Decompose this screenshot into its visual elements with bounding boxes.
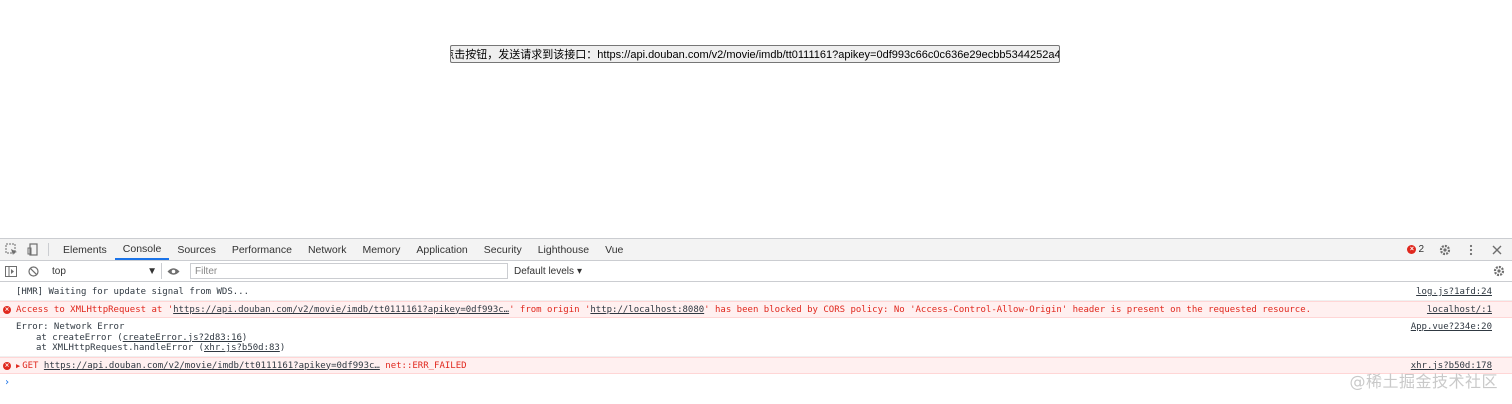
error-counter[interactable]: × 2: [1407, 244, 1424, 255]
stack-line: at createError (createError.js?2d83:16): [16, 333, 1512, 344]
filter-input[interactable]: [190, 263, 508, 279]
device-toolbar-icon[interactable]: [22, 239, 44, 260]
request-url-link[interactable]: https://api.douban.com/v2/movie/imdb/tt0…: [173, 305, 509, 315]
tab-vue[interactable]: Vue: [597, 239, 631, 260]
console-message-log: Error: Network Error at createError (cre…: [0, 318, 1512, 357]
live-expression-eye-icon[interactable]: [162, 267, 184, 276]
tab-application[interactable]: Application: [408, 239, 475, 260]
tab-security[interactable]: Security: [476, 239, 530, 260]
error-count: 2: [1418, 244, 1424, 255]
tab-console[interactable]: Console: [114, 239, 170, 260]
inspect-element-icon[interactable]: [0, 239, 22, 260]
request-status: net::ERR_FAILED: [385, 360, 467, 371]
tab-network[interactable]: Network: [300, 239, 355, 260]
console-prompt[interactable]: ›: [0, 374, 1512, 388]
error-icon: ×: [3, 361, 11, 370]
page-viewport: 点击按钮，发送请求到该接口：https://api.douban.com/v2/…: [0, 0, 1512, 238]
console-settings-gear-icon[interactable]: [1488, 265, 1510, 277]
console-message-log: [HMR] Waiting for update signal from WDS…: [0, 284, 1512, 301]
message-text: ' has been blocked by CORS policy: No 'A…: [704, 304, 1312, 315]
tab-performance[interactable]: Performance: [224, 239, 300, 260]
devtools-panel: Elements Console Sources Performance Net…: [0, 238, 1512, 404]
console-toolbar: top ▼ Default levels ▾: [0, 261, 1512, 282]
source-link[interactable]: localhost/:1: [1427, 305, 1492, 316]
console-messages: [HMR] Waiting for update signal from WDS…: [0, 284, 1512, 388]
message-text: Access to XMLHttpRequest at ': [16, 304, 174, 315]
stack-text: at XMLHttpRequest.handleError (: [36, 343, 204, 353]
tab-sources[interactable]: Sources: [169, 239, 224, 260]
tab-elements[interactable]: Elements: [55, 239, 115, 260]
send-request-button[interactable]: 点击按钮，发送请求到该接口：https://api.douban.com/v2/…: [450, 45, 1060, 63]
source-link[interactable]: App.vue?234e:20: [1411, 322, 1492, 333]
clear-console-icon[interactable]: [22, 265, 44, 277]
stack-text: at createError (: [36, 332, 123, 343]
console-message-error: × ▶ GET https://api.douban.com/v2/movie/i…: [0, 356, 1512, 374]
request-url-link[interactable]: https://api.douban.com/v2/movie/imdb/tt0…: [44, 361, 380, 371]
tab-lighthouse[interactable]: Lighthouse: [530, 239, 597, 260]
message-text: ' from origin ': [509, 304, 591, 315]
chevron-down-icon: ▾: [577, 265, 583, 277]
stack-link[interactable]: createError.js?2d83:16: [123, 333, 242, 343]
devtools-right-controls: × 2: [1407, 239, 1512, 260]
request-method: GET: [22, 360, 39, 371]
message-text: [HMR] Waiting for update signal from WDS…: [16, 287, 249, 297]
divider: [48, 243, 49, 256]
prompt-chevron-icon: ›: [4, 377, 11, 388]
context-value: top: [52, 265, 66, 277]
devtools-tabbar: Elements Console Sources Performance Net…: [0, 239, 1512, 261]
tab-memory[interactable]: Memory: [354, 239, 408, 260]
error-icon: ×: [3, 305, 11, 314]
stack-text: ): [279, 343, 286, 353]
context-selector[interactable]: top ▼: [50, 263, 162, 279]
source-link[interactable]: log.js?1afd:24: [1416, 287, 1492, 298]
sidebar-toggle-icon[interactable]: [0, 265, 22, 277]
stack-link[interactable]: xhr.js?b50d:83: [204, 343, 280, 353]
settings-gear-icon[interactable]: [1434, 244, 1456, 256]
error-icon: ×: [1407, 245, 1417, 254]
expand-triangle-icon[interactable]: ▶: [16, 362, 20, 370]
message-text: Error: Network Error: [16, 322, 125, 332]
stack-line: at XMLHttpRequest.handleError (xhr.js?b5…: [16, 343, 1512, 354]
chevron-down-icon: ▼: [147, 265, 157, 277]
close-icon[interactable]: [1486, 245, 1508, 255]
stack-text: ): [241, 332, 248, 343]
log-levels-dropdown[interactable]: Default levels ▾: [514, 266, 582, 277]
origin-link[interactable]: http://localhost:8080: [590, 305, 704, 315]
watermark: @稀土掘金技术社区: [1349, 372, 1498, 391]
console-message-error: × Access to XMLHttpRequest at 'https://a…: [0, 300, 1512, 318]
more-options-icon[interactable]: [1460, 244, 1482, 256]
log-levels-label: Default levels: [514, 265, 575, 277]
